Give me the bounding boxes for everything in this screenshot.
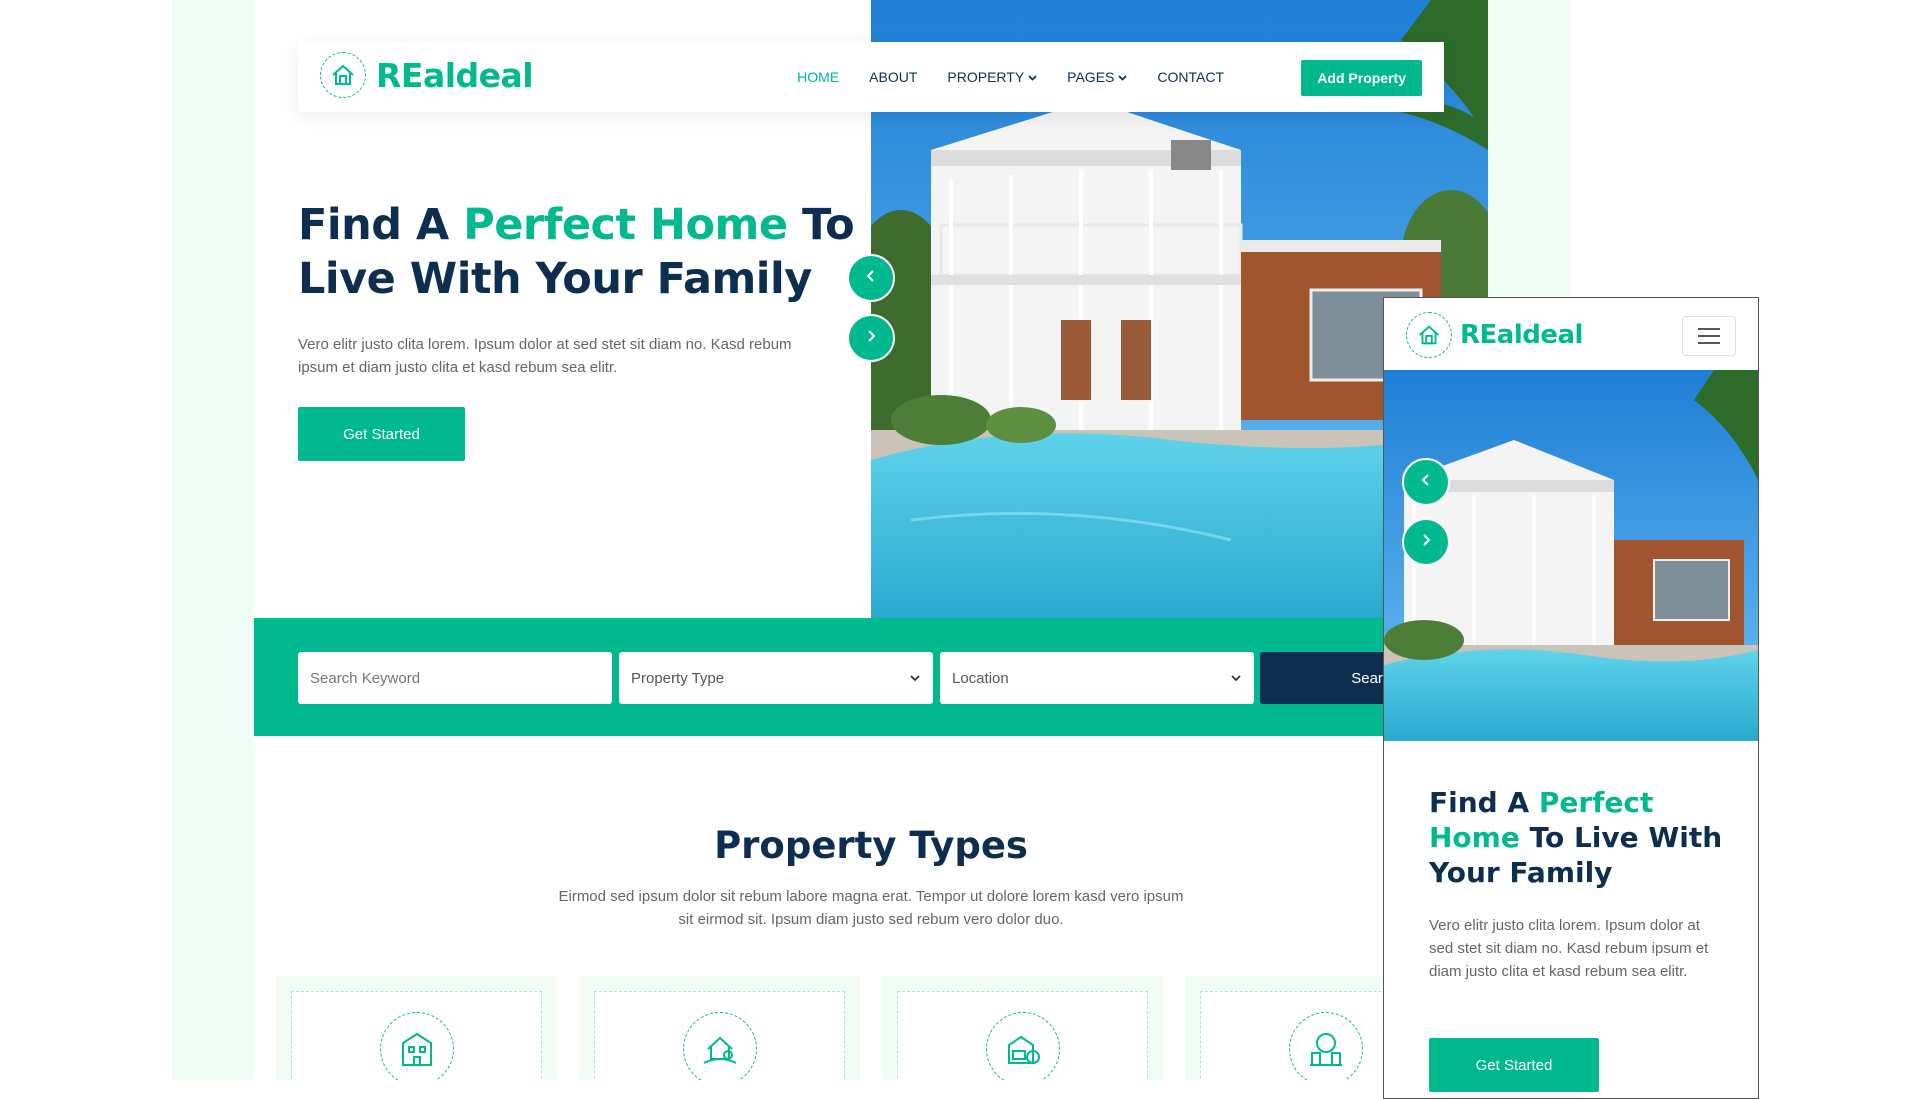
search-bar: Property Type Location Search — [254, 618, 1488, 736]
location-value: Location — [952, 669, 1009, 687]
property-type-select[interactable]: Property Type — [619, 652, 933, 704]
nav-about[interactable]: ABOUT — [869, 69, 917, 85]
property-type-card-inner — [897, 991, 1148, 1080]
section-description: Eirmod sed ipsum dolor sit rebum labore … — [558, 888, 1184, 928]
mobile-brand[interactable]: REaldeal — [1406, 312, 1583, 358]
chevron-right-icon — [1419, 533, 1433, 552]
home-logo-icon — [1406, 312, 1452, 358]
search-keyword-input[interactable] — [298, 652, 612, 704]
brand-name: REaldeal — [376, 55, 534, 95]
property-type-card[interactable] — [276, 976, 557, 1080]
add-property-button[interactable]: Add Property — [1301, 60, 1422, 96]
nav-home[interactable]: HOME — [797, 69, 839, 85]
location-select[interactable]: Location — [940, 652, 1254, 704]
home-logo-icon — [320, 52, 366, 98]
mobile-hero-title-part1: Find A — [1429, 786, 1539, 819]
property-type-value: Property Type — [631, 669, 725, 687]
mobile-get-started-button[interactable]: Get Started — [1429, 1038, 1599, 1092]
hero-title: Find A Perfect Home To Live With Your Fa… — [298, 198, 868, 306]
mobile-header: REaldeal — [1384, 298, 1758, 370]
nav-property[interactable]: PROPERTY — [947, 69, 1037, 85]
building-icon — [1288, 1012, 1363, 1080]
apartment-icon — [379, 1012, 454, 1080]
carousel-prev-button[interactable] — [847, 254, 895, 302]
mobile-hero-description: Vero elitr justo clita lorem. Ipsum dolo… — [1429, 917, 1709, 980]
nav-property-label: PROPERTY — [947, 69, 1025, 85]
hero-title-highlight: Perfect Home — [463, 200, 788, 250]
villa-icon — [682, 1012, 757, 1080]
chevron-down-icon — [1231, 675, 1241, 682]
nav-pages[interactable]: PAGES — [1067, 69, 1128, 85]
nav-pages-label: PAGES — [1067, 69, 1115, 85]
mobile-preview: REaldeal Find A Perfect Home To Live Wit… — [1383, 297, 1759, 1099]
office-icon — [985, 1012, 1060, 1080]
mobile-brand-name: REaldeal — [1460, 320, 1583, 350]
chevron-right-icon — [864, 329, 878, 348]
chevron-down-icon — [1118, 74, 1128, 81]
hero-title-part1: Find A — [298, 200, 464, 250]
desktop-preview: REaldeal HOME ABOUT PROPERTY PAGES CONTA… — [254, 0, 1488, 1080]
menu-toggle-button[interactable] — [1682, 316, 1736, 356]
chevron-left-icon — [1419, 473, 1433, 492]
property-type-card-inner — [291, 991, 542, 1080]
hero-description: Vero elitr justo clita lorem. Ipsum dolo… — [298, 336, 792, 376]
property-type-card[interactable] — [882, 976, 1163, 1080]
get-started-button[interactable]: Get Started — [298, 407, 465, 461]
property-type-card[interactable] — [579, 976, 860, 1080]
carousel-next-button[interactable] — [847, 314, 895, 362]
mobile-carousel-prev-button[interactable] — [1402, 458, 1450, 506]
mobile-carousel-next-button[interactable] — [1402, 518, 1450, 566]
property-type-card-inner — [594, 991, 845, 1080]
section-title: Property Types — [714, 824, 1028, 867]
nav-contact[interactable]: CONTACT — [1157, 69, 1224, 85]
chevron-down-icon — [1028, 74, 1037, 81]
nav-menu: HOME ABOUT PROPERTY PAGES CONTACT — [797, 42, 1224, 112]
hamburger-icon — [1698, 328, 1720, 344]
chevron-down-icon — [910, 675, 920, 682]
chevron-left-icon — [864, 269, 878, 288]
navbar: REaldeal HOME ABOUT PROPERTY PAGES CONTA… — [298, 42, 1444, 112]
brand[interactable]: REaldeal — [320, 52, 534, 98]
mobile-hero-title: Find A Perfect Home To Live With Your Fa… — [1429, 785, 1729, 890]
